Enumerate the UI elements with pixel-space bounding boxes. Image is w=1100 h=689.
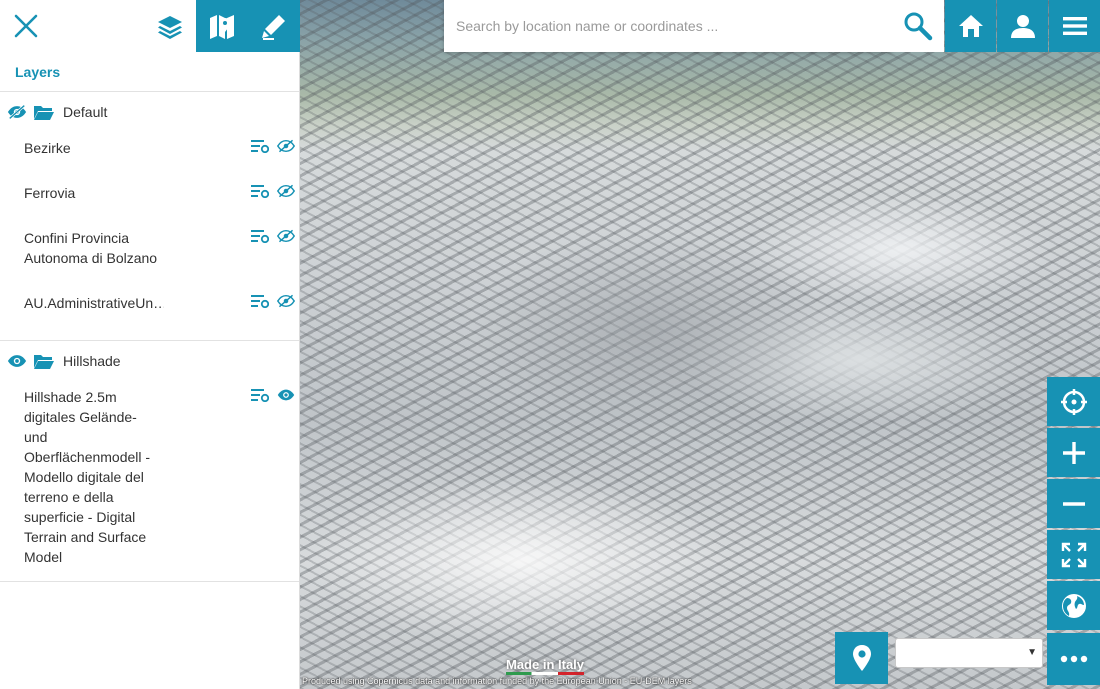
layers-icon: [158, 16, 182, 39]
tab-draw[interactable]: [248, 0, 300, 52]
tab-layers[interactable]: [144, 0, 196, 52]
menu-button[interactable]: [1049, 0, 1100, 52]
sidebar-toolbar: [0, 0, 300, 52]
layer-settings-button[interactable]: [251, 387, 269, 403]
folder-open-icon[interactable]: [33, 352, 55, 370]
layer-settings-button[interactable]: [251, 228, 269, 244]
hamburger-menu-icon: [1062, 17, 1087, 35]
user-button[interactable]: [997, 0, 1048, 52]
map-pin-icon: [852, 645, 871, 671]
group-name: Hillshade: [63, 353, 121, 369]
search-button[interactable]: [892, 0, 944, 52]
plus-icon: [1062, 441, 1085, 464]
fullscreen-button[interactable]: [1047, 530, 1100, 579]
list-settings-icon: [251, 140, 269, 153]
layer-settings-button[interactable]: [251, 183, 269, 199]
layer-item: Bezirke: [0, 132, 299, 177]
layer-group-hillshade: Hillshade Hillshade 2.5m digitales Gelän…: [0, 341, 299, 582]
map-icon: [210, 15, 234, 39]
layer-name: Confini Provincia Autonoma di Bolzano: [24, 230, 158, 266]
eye-slash-icon: [277, 294, 295, 308]
layer-visibility-toggle[interactable]: [277, 138, 295, 154]
globe-view-button[interactable]: [1047, 581, 1100, 630]
search-bar: [444, 0, 892, 52]
layer-item: AU.AdministrativeUn…: [0, 287, 299, 332]
more-options-button[interactable]: [1047, 633, 1100, 685]
eye-slash-icon: [277, 184, 295, 198]
layers-sidebar: Layers Default Bezirke Ferrovia Confini …: [0, 0, 300, 689]
my-location-button[interactable]: [1047, 377, 1100, 426]
minus-icon: [1062, 501, 1085, 506]
layer-settings-button[interactable]: [251, 138, 269, 154]
eye-icon[interactable]: [7, 353, 27, 369]
eye-slash-icon[interactable]: [7, 104, 27, 120]
pen-icon: [262, 15, 285, 40]
terrain-valley: [470, 230, 830, 430]
layer-item: Hillshade 2.5m digitales Gelände- und Ob…: [0, 381, 299, 573]
zoom-in-button[interactable]: [1047, 428, 1100, 477]
sidebar-title: Layers: [0, 52, 299, 92]
close-icon: [14, 14, 38, 38]
layer-name: Ferrovia: [24, 185, 76, 201]
eye-icon: [277, 389, 295, 401]
user-icon: [1010, 15, 1035, 38]
expand-icon: [1061, 542, 1086, 567]
zoom-out-button[interactable]: [1047, 479, 1100, 528]
place-marker-button[interactable]: [835, 632, 888, 684]
globe-icon: [1061, 593, 1086, 618]
layer-group-default: Default Bezirke Ferrovia Confini Provinc…: [0, 92, 299, 341]
search-icon: [904, 12, 933, 41]
layer-item: Ferrovia: [0, 177, 299, 222]
layer-visibility-toggle[interactable]: [277, 293, 295, 309]
layer-item: Confini Provincia Autonoma di Bolzano: [0, 222, 299, 287]
group-name: Default: [63, 104, 108, 120]
map-view[interactable]: Made in Italy Produced using Copernicus …: [300, 0, 1100, 689]
tab-maps[interactable]: [196, 0, 248, 52]
close-sidebar-button[interactable]: [0, 0, 52, 52]
layer-name: Bezirke: [24, 140, 71, 156]
layer-visibility-toggle[interactable]: [277, 228, 295, 244]
group-header: Default: [0, 92, 299, 132]
search-input[interactable]: [444, 0, 892, 52]
group-header: Hillshade: [0, 341, 299, 381]
base-map-select[interactable]: ▼: [895, 638, 1043, 668]
crosshair-icon: [1060, 388, 1087, 415]
list-settings-icon: [251, 185, 269, 198]
folder-open-icon[interactable]: [33, 103, 55, 121]
list-settings-icon: [251, 230, 269, 243]
chevron-down-icon: ▼: [1027, 647, 1037, 658]
list-settings-icon: [251, 295, 269, 308]
layer-visibility-toggle[interactable]: [277, 387, 295, 403]
home-button[interactable]: [945, 0, 996, 52]
layer-name: Hillshade 2.5m digitales Gelände- und Ob…: [24, 389, 151, 565]
layer-name: AU.AdministrativeUn…: [24, 295, 164, 311]
more-dots-icon: [1060, 655, 1087, 663]
layer-settings-button[interactable]: [251, 293, 269, 309]
made-in-italy-logo[interactable]: Made in Italy: [506, 657, 585, 675]
eye-slash-icon: [277, 229, 295, 243]
list-settings-icon: [251, 389, 269, 402]
layer-visibility-toggle[interactable]: [277, 183, 295, 199]
home-icon: [958, 15, 983, 37]
map-attribution: Produced using Copernicus data and infor…: [302, 676, 692, 686]
eye-slash-icon: [277, 139, 295, 153]
